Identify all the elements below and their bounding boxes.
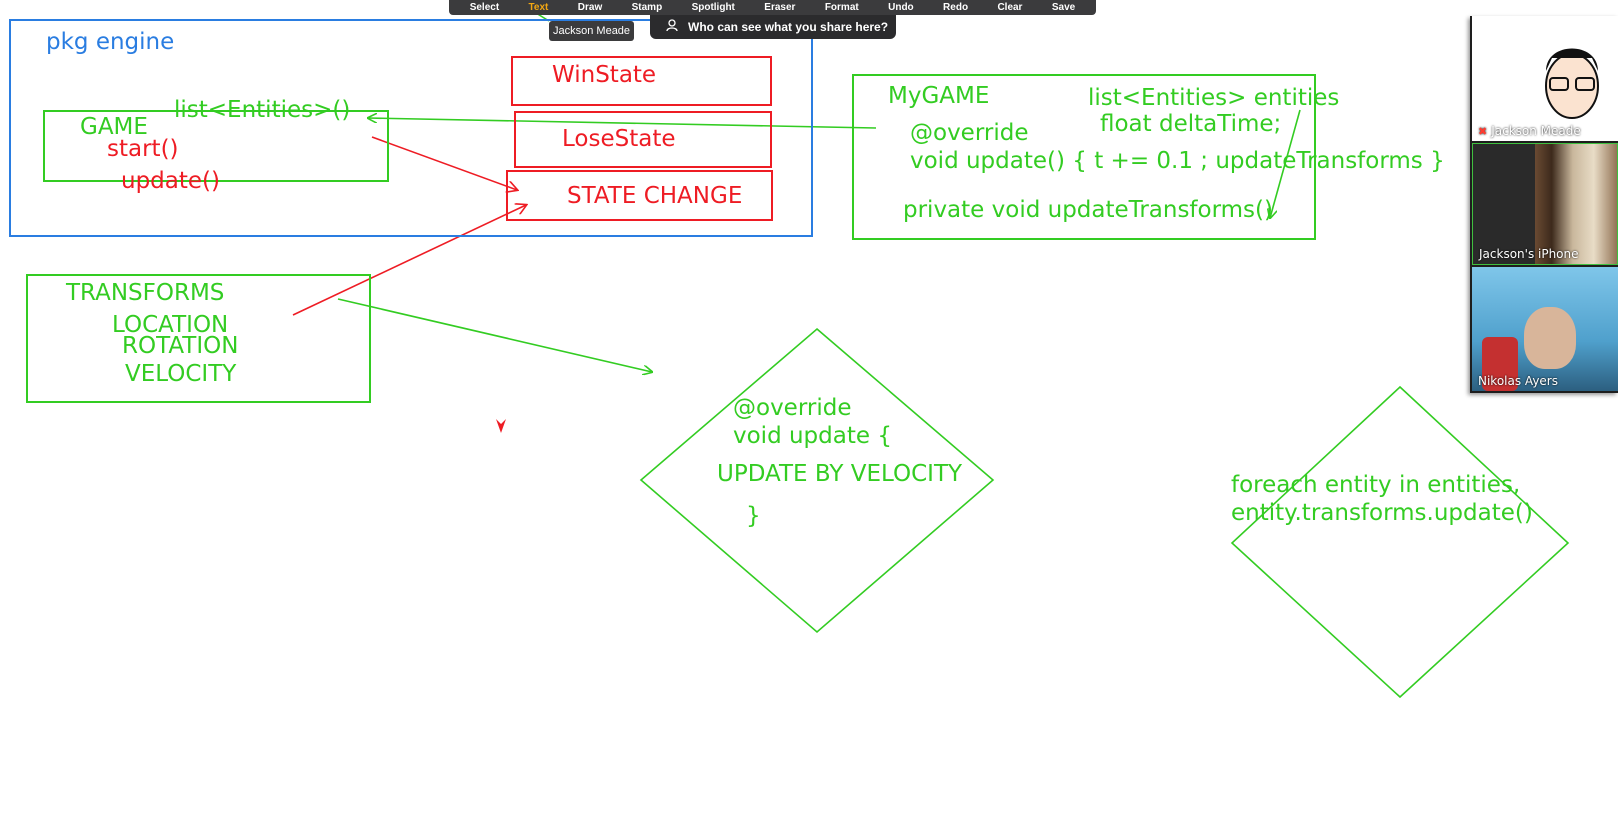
muted-mic-icon: ✖ xyxy=(1478,124,1488,138)
mygame-title: MyGAME xyxy=(888,83,990,109)
people-icon xyxy=(666,19,680,35)
mygame-deltatime: float deltaTime; xyxy=(1100,111,1282,137)
game-start: start() xyxy=(107,136,179,162)
tool-save[interactable]: Save xyxy=(1052,2,1075,13)
pkg-engine-label: pkg engine xyxy=(46,29,175,55)
tool-spotlight[interactable]: Spotlight xyxy=(692,2,735,13)
participant-name: ✖ Jackson Meade xyxy=(1478,124,1581,138)
transforms-velocity: VELOCITY xyxy=(125,361,237,387)
video-tile-nikolas-ayers[interactable]: Nikolas Ayers xyxy=(1472,267,1618,391)
mygame-update-method: void update() { t += 0.1 ; updateTransfo… xyxy=(910,148,1445,174)
share-visibility-label: Who can see what you share here? xyxy=(688,20,889,34)
participant-name: Nikolas Ayers xyxy=(1478,374,1558,388)
cartoon-avatar xyxy=(1472,16,1618,141)
diamond-update-override: @override xyxy=(733,395,852,421)
pen-cursor-icon xyxy=(496,419,506,433)
game-update: update() xyxy=(121,168,220,194)
transforms-rotation: ROTATION xyxy=(122,333,239,359)
state-change-label: STATE CHANGE xyxy=(567,183,743,209)
diamond-update-body: UPDATE BY VELOCITY xyxy=(717,461,963,487)
mygame-private-method: private void updateTransforms() xyxy=(903,197,1273,223)
diamond-foreach-line2: entity.transforms.update() xyxy=(1231,500,1533,526)
tool-redo[interactable]: Redo xyxy=(943,2,968,13)
tool-text[interactable]: Text xyxy=(529,2,549,13)
video-tile-jacksons-iphone[interactable]: Jackson's iPhone xyxy=(1472,143,1618,265)
game-entities-list: list<Entities>() xyxy=(174,97,351,123)
diamond-foreach-line1: foreach entity in entities, xyxy=(1231,472,1521,498)
arrow-transforms-to-diamond xyxy=(337,298,652,372)
tool-undo[interactable]: Undo xyxy=(888,2,914,13)
share-visibility-button[interactable]: Who can see what you share here? xyxy=(650,15,896,39)
tool-stamp[interactable]: Stamp xyxy=(632,2,663,13)
video-tile-jackson-meade[interactable]: ✖ Jackson Meade xyxy=(1472,16,1618,141)
winstate-label: WinState xyxy=(552,62,657,88)
whiteboard-canvas[interactable]: pkg engine GAME list<Entities>() start()… xyxy=(0,0,1618,839)
diamond-update-close: } xyxy=(746,503,761,529)
transforms-title: TRANSFORMS xyxy=(66,280,225,306)
tool-select[interactable]: Select xyxy=(470,2,499,13)
mygame-entities-list: list<Entities> entities xyxy=(1088,85,1340,111)
participant-video-panel: ✖ Jackson Meade Jackson's iPhone Nikolas… xyxy=(1470,16,1618,393)
losestate-label: LoseState xyxy=(562,126,676,152)
mygame-override: @override xyxy=(910,120,1029,146)
diamond-update-signature: void update { xyxy=(733,423,892,449)
annotation-toolbar: Select Text Draw Stamp Spotlight Eraser … xyxy=(449,0,1096,15)
tool-format[interactable]: Format xyxy=(825,2,859,13)
annotator-tooltip: Jackson Meade xyxy=(549,21,635,41)
diamond-shape-foreach xyxy=(1230,385,1570,699)
participant-name: Jackson's iPhone xyxy=(1479,247,1579,261)
person-silhouette xyxy=(1524,307,1576,369)
tool-draw[interactable]: Draw xyxy=(578,2,602,13)
tool-clear[interactable]: Clear xyxy=(997,2,1022,13)
tool-eraser[interactable]: Eraser xyxy=(764,2,795,13)
